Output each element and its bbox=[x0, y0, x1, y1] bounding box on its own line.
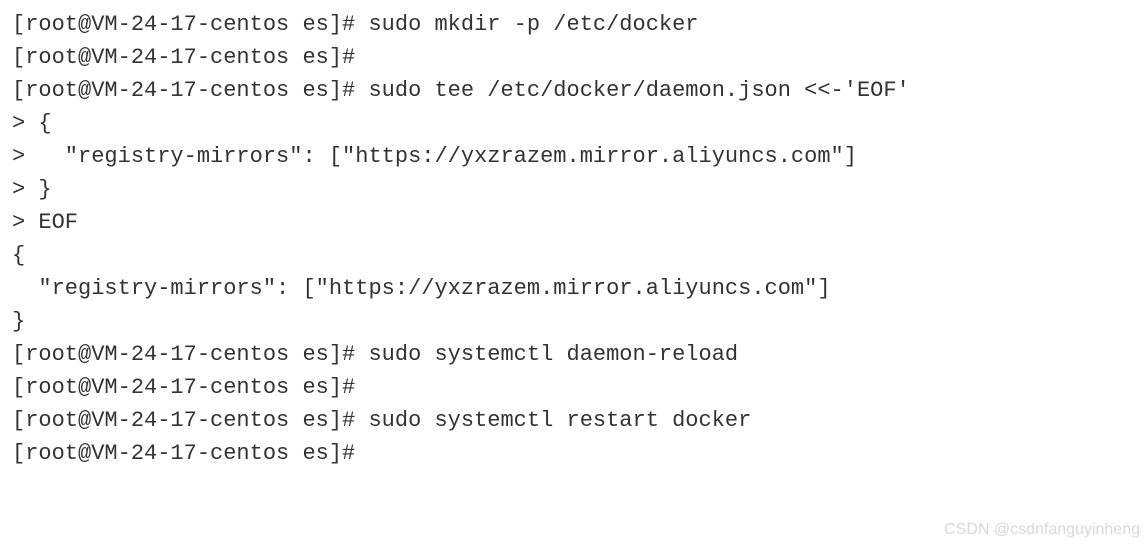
terminal-line: "registry-mirrors": ["https://yxzrazem.m… bbox=[12, 272, 1132, 305]
terminal-line: [root@VM-24-17-centos es]# sudo systemct… bbox=[12, 404, 1132, 437]
terminal-line: [root@VM-24-17-centos es]# bbox=[12, 437, 1132, 470]
watermark-text: CSDN @csdnfanguyinheng bbox=[944, 518, 1140, 542]
terminal-line: [root@VM-24-17-centos es]# bbox=[12, 41, 1132, 74]
terminal-line: > } bbox=[12, 173, 1132, 206]
terminal-line: [root@VM-24-17-centos es]# sudo tee /etc… bbox=[12, 74, 1132, 107]
terminal-line: > "registry-mirrors": ["https://yxzrazem… bbox=[12, 140, 1132, 173]
terminal-output: [root@VM-24-17-centos es]# sudo mkdir -p… bbox=[12, 8, 1132, 470]
terminal-line: > EOF bbox=[12, 206, 1132, 239]
terminal-line: > { bbox=[12, 107, 1132, 140]
terminal-line: { bbox=[12, 239, 1132, 272]
terminal-line: [root@VM-24-17-centos es]# sudo systemct… bbox=[12, 338, 1132, 371]
terminal-line: [root@VM-24-17-centos es]# sudo mkdir -p… bbox=[12, 8, 1132, 41]
terminal-line: } bbox=[12, 305, 1132, 338]
terminal-line: [root@VM-24-17-centos es]# bbox=[12, 371, 1132, 404]
